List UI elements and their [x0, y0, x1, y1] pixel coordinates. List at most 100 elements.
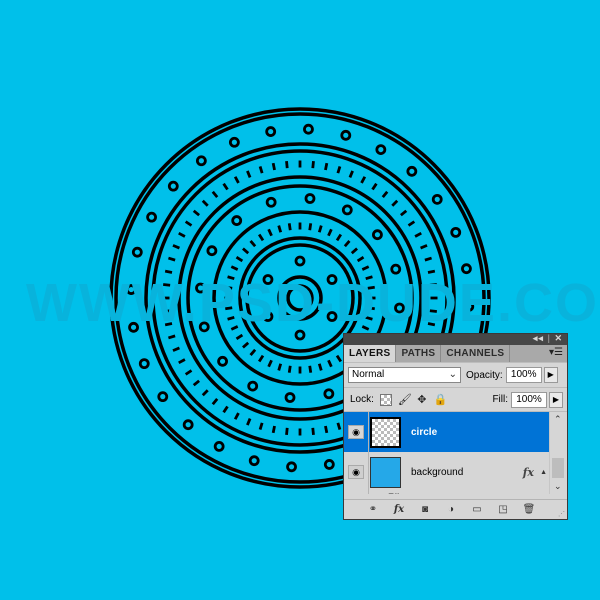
ornament-dot: [138, 358, 150, 370]
ornament-dash: [308, 365, 313, 373]
scroll-down-icon[interactable]: ⌄: [554, 481, 562, 492]
lock-position-move-icon[interactable]: ✥: [416, 394, 428, 406]
collapse-icon[interactable]: ◂◂: [533, 333, 544, 343]
layer-row-background[interactable]: ◉ background fx ▲: [344, 452, 550, 492]
ornament-dash: [287, 365, 292, 373]
new-layer-icon[interactable]: ◳: [496, 504, 510, 516]
blend-mode-select[interactable]: Normal ⌄: [348, 367, 461, 383]
ornament-dash: [348, 170, 354, 178]
ornament-dot: [265, 126, 277, 137]
ornament-dash: [172, 346, 180, 352]
layers-list: ◉ circle ◉ background fx ▲ Effects ⌃ ⌄: [344, 412, 567, 494]
ornament-dash: [184, 369, 193, 376]
ornament-dash: [367, 285, 375, 290]
ornament-dash: [164, 322, 173, 327]
add-layer-style-icon[interactable]: fx: [392, 504, 406, 516]
panel-titlebar[interactable]: ◂◂ | ✕: [344, 333, 567, 345]
link-layers-icon[interactable]: ⚭: [366, 504, 380, 516]
visibility-eye-icon[interactable]: ◉: [348, 465, 364, 479]
ornament-dash: [429, 309, 437, 313]
ornament-dash: [258, 422, 264, 430]
lock-transparency-icon[interactable]: [379, 393, 392, 406]
ornament-dash: [267, 359, 273, 368]
ornament-dot: [228, 136, 240, 148]
resize-grip-icon[interactable]: ⋰: [558, 510, 565, 518]
ornament-dash: [420, 244, 428, 250]
ornament-dash: [277, 363, 283, 371]
layers-scrollbar[interactable]: ⌃ ⌄: [549, 412, 567, 494]
opacity-input[interactable]: 100%: [505, 367, 542, 383]
ornament-dash: [227, 315, 235, 321]
ornament-dash: [178, 231, 186, 238]
ornament-dash: [365, 275, 373, 281]
ornament-dash: [246, 418, 252, 426]
ornament-dot: [284, 392, 296, 403]
ornament-dash: [172, 244, 180, 250]
close-icon[interactable]: ✕: [554, 333, 563, 343]
ornament-dot: [195, 282, 206, 294]
ornament-dash: [311, 427, 315, 435]
ornament-dot: [326, 274, 338, 285]
scroll-thumb[interactable]: [552, 458, 564, 478]
fx-icon[interactable]: fx: [523, 466, 534, 479]
ornament-dash: [327, 228, 333, 237]
add-mask-icon[interactable]: ◙: [418, 504, 432, 516]
ornament-dot: [326, 311, 338, 322]
opacity-label: Opacity:: [466, 369, 503, 381]
lock-image-brush-icon[interactable]: 🖌: [398, 394, 412, 406]
fill-input[interactable]: 100%: [511, 391, 547, 408]
layer-thumbnail: [370, 416, 401, 448]
delete-layer-trash-icon[interactable]: 🗑: [522, 504, 536, 516]
ornament-dash: [192, 209, 201, 217]
ornament-dot: [167, 180, 179, 192]
ornament-dash: [271, 162, 276, 171]
ornament-dash: [277, 225, 283, 233]
ornament-dash: [356, 256, 365, 263]
ornament-dash: [361, 265, 370, 271]
tab-paths[interactable]: PATHS: [396, 345, 442, 362]
fill-label: Fill:: [492, 394, 508, 405]
ornament-dash: [233, 412, 240, 420]
ornament-dash: [163, 283, 171, 287]
ornament-dot: [340, 129, 352, 141]
ornament-dash: [222, 182, 229, 191]
ornament-dash: [336, 422, 342, 430]
ornament-dash: [308, 223, 313, 231]
lock-all-icon[interactable]: 🔒: [434, 394, 448, 406]
eye-column-divider: [368, 412, 369, 494]
lock-label: Lock:: [350, 394, 374, 405]
new-group-folder-icon[interactable]: ▭: [470, 504, 484, 516]
ornament-dot: [195, 155, 207, 167]
ornament-dot: [265, 196, 277, 208]
ornament-dash: [201, 389, 209, 397]
ornament-dot: [262, 311, 274, 322]
panel-menu-icon[interactable]: ▾☰: [549, 347, 563, 358]
ornament-dot: [406, 165, 418, 177]
ornament-dot: [198, 321, 210, 333]
ornament-dot: [294, 329, 306, 341]
ornament-ring: [245, 243, 355, 353]
scroll-up-icon[interactable]: ⌃: [554, 414, 562, 425]
tab-layers[interactable]: LAYERS: [344, 345, 397, 362]
layer-row-circle[interactable]: ◉ circle: [344, 412, 550, 452]
fill-slider-button[interactable]: ▶: [549, 391, 563, 408]
tab-channels[interactable]: CHANNELS: [441, 345, 511, 362]
ornament-dash: [242, 341, 250, 349]
ornament-dot: [131, 246, 143, 258]
expand-effects-icon[interactable]: ▲: [540, 469, 547, 476]
opacity-slider-button[interactable]: ▶: [543, 367, 558, 383]
ornament-dash: [427, 322, 436, 327]
visibility-eye-icon[interactable]: ◉: [348, 425, 364, 439]
ornament-dash: [350, 247, 358, 255]
panel-footer: ⚭ fx ◙ ◑ ▭ ◳ 🗑 ⋰: [344, 499, 567, 519]
lock-row: Lock: 🖌 ✥ 🔒 Fill: 100% ▶: [344, 388, 567, 412]
ornament-dash: [267, 228, 273, 237]
ornament-dot: [394, 302, 405, 314]
ornament-dot: [304, 193, 316, 204]
ornament-dot: [463, 301, 475, 312]
ornament-dash: [317, 225, 323, 233]
ornament-dash: [317, 363, 323, 371]
ornament-dash: [192, 379, 201, 387]
adjustment-layer-icon[interactable]: ◑: [444, 504, 458, 516]
ornament-dot: [375, 144, 387, 155]
